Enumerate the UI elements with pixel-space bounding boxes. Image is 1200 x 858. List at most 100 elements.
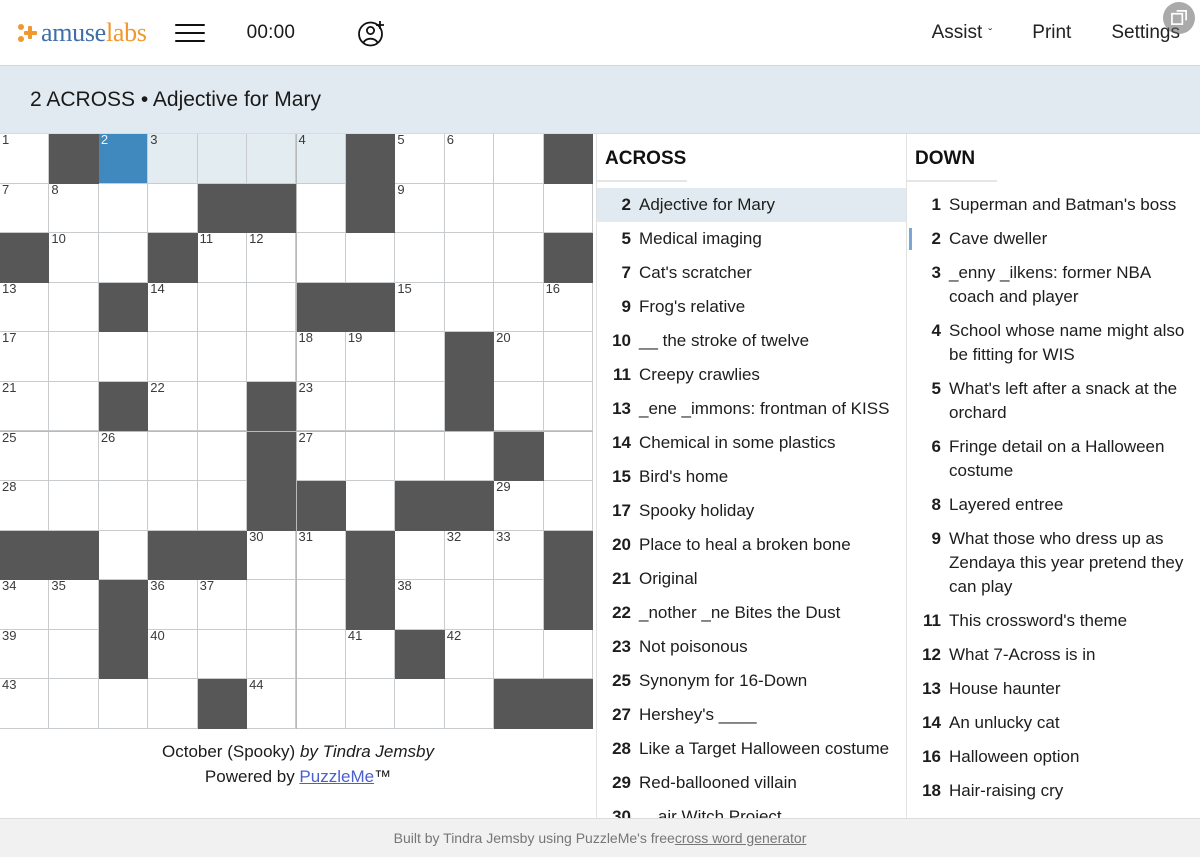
grid-cell[interactable]: [494, 134, 544, 184]
grid-cell[interactable]: 10: [49, 233, 99, 283]
across-clues-panel[interactable]: ACROSS 2 Adjective for Mary 5 Medical imagi…: [596, 134, 906, 818]
grid-cell[interactable]: [148, 431, 198, 482]
grid-cell[interactable]: [444, 679, 495, 729]
grid-cell[interactable]: [444, 183, 495, 234]
grid-cell[interactable]: [444, 233, 495, 283]
grid-cell[interactable]: [49, 679, 99, 729]
clue-item[interactable]: 27 Hershey's ____: [597, 698, 906, 732]
grid-cell[interactable]: [98, 481, 149, 531]
grid-cell[interactable]: 1: [0, 134, 50, 184]
grid-cell[interactable]: 34: [0, 580, 50, 630]
clue-item[interactable]: 3 _enny _ilkens: former NBA coach and pla…: [907, 256, 1200, 314]
clue-item[interactable]: 6 Fringe detail on a Halloween costume: [907, 430, 1200, 488]
grid-cell[interactable]: 35: [49, 580, 99, 630]
grid-cell[interactable]: [444, 580, 495, 630]
clue-item[interactable]: 10 __ the stroke of twelve: [597, 324, 906, 358]
grid-cell[interactable]: [494, 381, 544, 432]
clue-item[interactable]: 22 _nother _ne Bites the Dust: [597, 596, 906, 630]
grid-cell[interactable]: [494, 629, 544, 680]
clue-item[interactable]: 14 An unlucky cat: [907, 706, 1200, 740]
grid-cell[interactable]: 43: [0, 679, 50, 729]
grid-cell[interactable]: [49, 282, 99, 333]
grid-cell[interactable]: [543, 183, 593, 234]
clue-item[interactable]: 17 Spooky holiday: [597, 494, 906, 528]
grid-cell[interactable]: 8: [49, 183, 99, 234]
grid-cell[interactable]: 39: [0, 629, 50, 680]
grid-cell[interactable]: [49, 481, 99, 531]
crossword-generator-link[interactable]: cross word generator: [675, 830, 807, 846]
grid-cell[interactable]: 12: [247, 233, 297, 283]
print-button[interactable]: Print: [1032, 22, 1071, 44]
clue-item[interactable]: 23 Not poisonous: [597, 630, 906, 664]
clue-item[interactable]: 8 Layered entree: [907, 488, 1200, 522]
grid-cell[interactable]: 28: [0, 481, 50, 531]
grid-cell[interactable]: [148, 332, 198, 382]
grid-cell[interactable]: 18: [296, 332, 346, 382]
grid-cell[interactable]: [98, 679, 149, 729]
grid-cell[interactable]: 32: [444, 530, 495, 581]
grid-cell[interactable]: [345, 381, 396, 432]
grid-cell[interactable]: 9: [395, 183, 445, 234]
grid-cell[interactable]: [395, 431, 445, 482]
grid-cell[interactable]: [395, 233, 445, 283]
fullscreen-icon[interactable]: [1163, 1, 1195, 34]
clue-item[interactable]: 20 Place to heal a broken bone: [597, 528, 906, 562]
grid-cell[interactable]: 15: [395, 282, 445, 333]
grid-cell[interactable]: [345, 431, 396, 482]
down-clue-list[interactable]: 1 Superman and Batman's boss 2 Cave dweller…: [907, 188, 1200, 818]
clue-item[interactable]: 16 Halloween option: [907, 740, 1200, 774]
grid-cell[interactable]: 33: [494, 530, 544, 581]
grid-cell[interactable]: [98, 530, 149, 581]
clue-item[interactable]: 19 What Dateline does before every print …: [907, 808, 1200, 818]
clue-item[interactable]: 7 Cat's scratcher: [597, 256, 906, 290]
grid-cell[interactable]: [395, 530, 445, 581]
grid-cell[interactable]: [247, 282, 297, 333]
clue-item[interactable]: 9 Frog's relative: [597, 290, 906, 324]
clue-item[interactable]: 29 Red-ballooned villain: [597, 766, 906, 800]
grid-cell[interactable]: 23: [296, 381, 346, 432]
grid-cell[interactable]: [98, 233, 149, 283]
grid-cell[interactable]: [345, 679, 396, 729]
grid-cell[interactable]: [444, 431, 495, 482]
clue-item[interactable]: 25 Synonym for 16-Down: [597, 664, 906, 698]
grid-cell[interactable]: [296, 183, 346, 234]
clue-item[interactable]: 30 __air Witch Project: [597, 800, 906, 818]
grid-cell[interactable]: [543, 431, 593, 482]
grid-cell[interactable]: [543, 381, 593, 432]
grid-cell[interactable]: 38: [395, 580, 445, 630]
grid-cell[interactable]: 22: [148, 381, 198, 432]
grid-cell[interactable]: 29: [494, 481, 544, 531]
grid-cell[interactable]: [247, 332, 297, 382]
grid-cell[interactable]: [494, 282, 544, 333]
across-clue-list[interactable]: 2 Adjective for Mary 5 Medical imaging 7 Cat'…: [597, 188, 906, 818]
grid-cell[interactable]: 37: [197, 580, 248, 630]
clue-item[interactable]: 5 What's left after a snack at the orchar…: [907, 372, 1200, 430]
down-clues-panel[interactable]: DOWN 1 Superman and Batman's boss 2 Cave dw…: [906, 134, 1200, 818]
clue-item[interactable]: 14 Chemical in some plastics: [597, 426, 906, 460]
grid-cell[interactable]: [247, 629, 297, 680]
grid-cell[interactable]: [296, 233, 346, 283]
grid-cell[interactable]: [345, 233, 396, 283]
grid-cell[interactable]: 41: [345, 629, 396, 680]
amuselabs-logo[interactable]: amuse labs: [16, 18, 147, 48]
grid-cell[interactable]: 36: [148, 580, 198, 630]
grid-cell[interactable]: 17: [0, 332, 50, 382]
grid-cell[interactable]: [395, 332, 445, 382]
grid-cell[interactable]: 14: [148, 282, 198, 333]
grid-cell[interactable]: [296, 629, 346, 680]
grid-cell[interactable]: [49, 332, 99, 382]
grid-cell[interactable]: [494, 233, 544, 283]
grid-cell[interactable]: 31: [296, 530, 346, 581]
clue-item[interactable]: 1 Superman and Batman's boss: [907, 188, 1200, 222]
grid-cell[interactable]: 26: [98, 431, 149, 482]
clue-item[interactable]: 11 This crossword's theme: [907, 604, 1200, 638]
grid-cell[interactable]: [197, 629, 248, 680]
grid-cell[interactable]: 4: [296, 134, 346, 184]
hamburger-icon[interactable]: [174, 20, 205, 46]
grid-cell[interactable]: [543, 332, 593, 382]
clue-item[interactable]: 9 What those who dress up as Zendaya this…: [907, 522, 1200, 604]
assist-menu-button[interactable]: Assist ˇ: [932, 22, 993, 44]
grid-cell[interactable]: 19: [345, 332, 396, 382]
grid-cell[interactable]: 2: [98, 134, 149, 184]
grid-cell[interactable]: [247, 134, 297, 184]
